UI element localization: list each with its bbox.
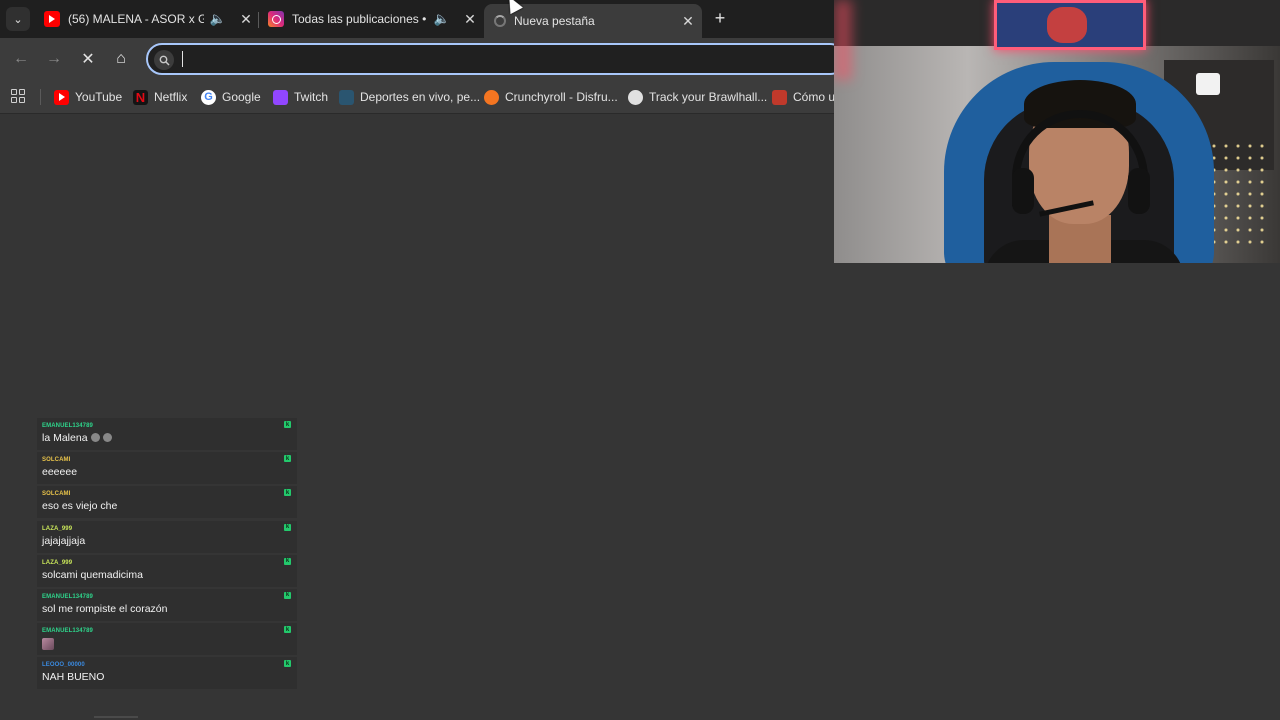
- apps-grid-icon[interactable]: [11, 89, 25, 103]
- instagram-icon: [268, 11, 284, 27]
- browser-window: ⌄ (56) MALENA - ASOR x GAS 🔈 ✕ Todas las…: [0, 0, 834, 114]
- tab-instagram[interactable]: Todas las publicaciones • In 🔈 ✕: [268, 5, 478, 33]
- crunchyroll-icon: [484, 89, 499, 105]
- chevron-down-icon: ⌄: [13, 13, 23, 26]
- chat-message: EMANUEL134789 k: [37, 623, 297, 656]
- close-icon[interactable]: ✕: [238, 11, 254, 27]
- new-tab-button[interactable]: +: [710, 8, 730, 28]
- bookmark-netflix[interactable]: N Netflix: [133, 87, 187, 107]
- stream-frame: ⌄ (56) MALENA - ASOR x GAS 🔈 ✕ Todas las…: [0, 0, 1280, 720]
- bookmark-deportes[interactable]: Deportes en vivo, pe...: [339, 87, 480, 107]
- chat-message: LEOOO_00000 k NAH BUENO: [37, 657, 297, 690]
- loading-icon: [494, 15, 506, 27]
- tab-search-button[interactable]: ⌄: [6, 7, 30, 31]
- browser-toolbar: ← → ✕ ⌂: [0, 38, 834, 80]
- youtube-icon: [54, 89, 69, 105]
- home-icon[interactable]: ⌂: [110, 48, 132, 70]
- stop-icon[interactable]: ✕: [77, 48, 99, 70]
- chat-username: EMANUEL134789: [42, 628, 93, 635]
- emote-icon: [90, 433, 100, 442]
- kick-badge-icon: k: [284, 421, 291, 428]
- emote-icon: [42, 638, 54, 651]
- chat-username: SOLCAMI: [42, 491, 71, 498]
- search-icon: [154, 50, 174, 70]
- kick-badge-icon: k: [284, 591, 291, 599]
- poster-frame: [994, 0, 1146, 50]
- chat-message: LAZA_999 k jajajajjaja: [37, 520, 297, 553]
- kick-badge-icon: k: [284, 557, 291, 565]
- bookmark-label: Cómo u: [793, 90, 834, 104]
- youtube-icon: [44, 11, 60, 27]
- bookmark-crunchyroll[interactable]: Crunchyroll - Disfru...: [484, 87, 618, 107]
- bookmark-label: Deportes en vivo, pe...: [360, 90, 481, 104]
- text-caret: [182, 51, 183, 67]
- bookmarks-bar: YouTube N Netflix G Google Twitch Deport…: [0, 80, 834, 114]
- speaker-icon[interactable]: 🔈: [434, 11, 450, 27]
- kick-badge-icon: k: [284, 626, 291, 634]
- bookmark-icon: [772, 89, 787, 105]
- chat-text: eso es viejo che: [42, 500, 118, 513]
- chat-username: EMANUEL134789: [42, 593, 93, 600]
- chat-message: EMANUEL134789 k sol me rompiste el coraz…: [37, 588, 297, 621]
- headset-earcup: [1012, 168, 1034, 214]
- chat-text: la Malena: [42, 432, 112, 444]
- forward-icon[interactable]: →: [43, 48, 65, 70]
- progress-indicator: [94, 716, 138, 718]
- close-icon[interactable]: ✕: [680, 13, 696, 29]
- chat-message: SOLCAMI k eeeeee: [37, 452, 297, 485]
- bookmark-label: Google: [222, 90, 261, 104]
- bookmark-label: Crunchyroll - Disfru...: [505, 90, 618, 104]
- webcam-overlay: [834, 0, 1280, 263]
- google-icon: G: [201, 89, 216, 105]
- chat-overlay: EMANUEL134789 k la Malena SOLCAMI k eeee…: [37, 418, 297, 692]
- led-light: [834, 0, 852, 80]
- kick-badge-icon: k: [284, 660, 291, 668]
- tab-title: Nueva pestaña: [514, 14, 595, 28]
- chat-username: LAZA_999: [42, 525, 73, 532]
- kick-badge-icon: k: [284, 523, 291, 531]
- bookmark-google[interactable]: G Google: [201, 87, 261, 107]
- bookmark-label: Netflix: [154, 90, 188, 104]
- chat-text: solcami quemadicima: [42, 568, 143, 581]
- bookmark-label: Track your Brawlhall...: [649, 90, 768, 104]
- tab-title: Todas las publicaciones • In: [292, 12, 428, 26]
- bookmark-como[interactable]: Cómo u: [772, 87, 834, 107]
- chat-username: EMANUEL134789: [42, 423, 93, 429]
- chat-text: eeeeee: [42, 466, 78, 479]
- tab-title: (56) MALENA - ASOR x GAS: [68, 12, 204, 26]
- chat-username: LEOOO_00000: [42, 662, 85, 669]
- kick-badge-icon: k: [284, 455, 291, 463]
- address-bar[interactable]: [146, 43, 834, 75]
- headset-earcup: [1128, 168, 1150, 214]
- chat-username: SOLCAMI: [42, 457, 71, 464]
- bookmark-label: Twitch: [294, 90, 329, 104]
- chat-message: EMANUEL134789 k la Malena: [37, 418, 297, 450]
- speaker-icon[interactable]: 🔈: [210, 11, 226, 27]
- chat-message: SOLCAMI k eso es viejo che: [37, 486, 297, 519]
- brawlhalla-icon: [628, 89, 643, 105]
- bookmark-youtube[interactable]: YouTube: [54, 87, 122, 107]
- kick-badge-icon: k: [284, 489, 291, 497]
- bookmarks-divider: [40, 89, 41, 105]
- tab-strip: ⌄ (56) MALENA - ASOR x GAS 🔈 ✕ Todas las…: [0, 0, 834, 38]
- bookmark-brawlhalla[interactable]: Track your Brawlhall...: [628, 87, 767, 107]
- chat-text: sol me rompiste el corazón: [42, 602, 168, 615]
- sports-icon: [339, 89, 354, 105]
- light-box: [1196, 73, 1220, 95]
- netflix-icon: N: [133, 89, 148, 105]
- bookmark-twitch[interactable]: Twitch: [273, 87, 328, 107]
- chat-username: LAZA_999: [42, 559, 73, 566]
- emote-icon: [102, 433, 112, 442]
- chat-text: jajajajjaja: [42, 534, 86, 547]
- tab-divider: [258, 12, 259, 28]
- address-input[interactable]: [180, 49, 820, 69]
- chat-text: NAH BUENO: [42, 671, 105, 684]
- chat-message: LAZA_999 k solcami quemadicima: [37, 554, 297, 587]
- back-icon[interactable]: ←: [10, 48, 32, 70]
- tab-youtube[interactable]: (56) MALENA - ASOR x GAS 🔈 ✕: [44, 5, 254, 33]
- twitch-icon: [273, 89, 288, 105]
- close-icon[interactable]: ✕: [462, 11, 478, 27]
- bookmark-label: YouTube: [75, 90, 123, 104]
